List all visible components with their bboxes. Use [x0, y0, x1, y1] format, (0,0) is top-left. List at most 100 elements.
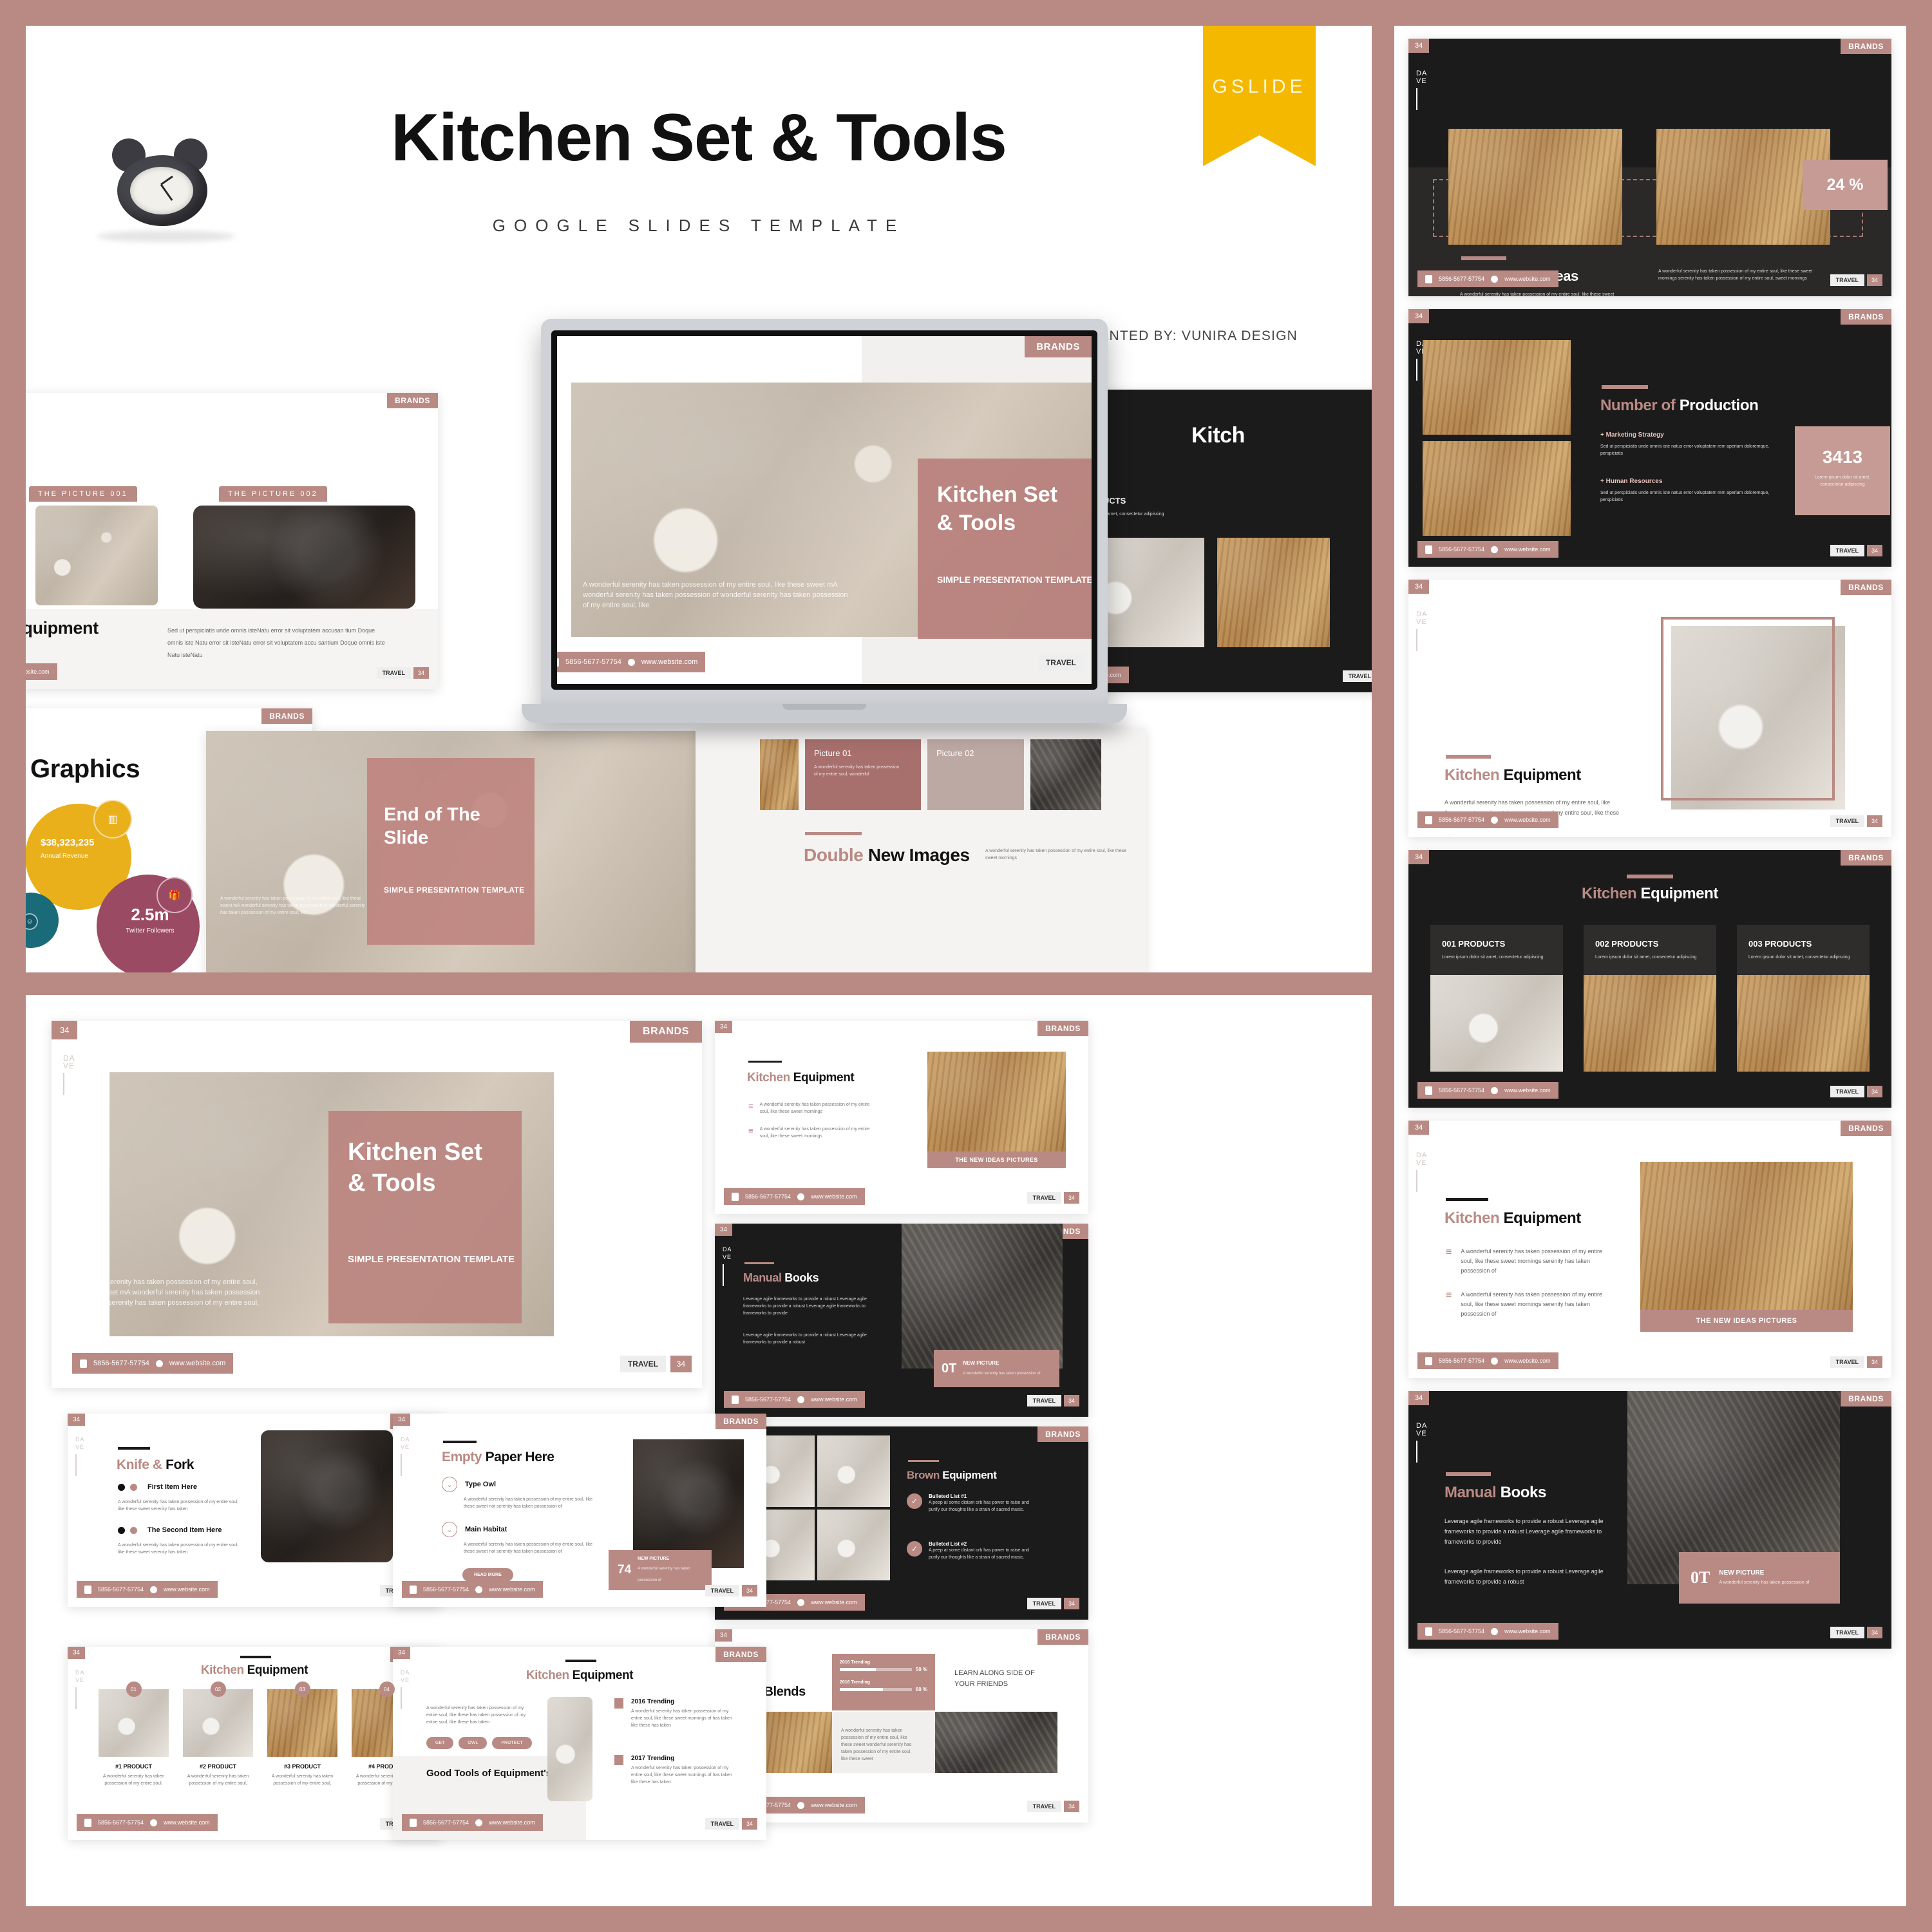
slide-number: 34	[1866, 274, 1882, 286]
slide-double-new-images[interactable]: Picture 01 A wonderful serenity has take…	[696, 728, 1146, 972]
product-card[interactable]: 001 PRODUCTS Lorem ipsum dolor sit amet,…	[1430, 925, 1563, 1072]
banner-label: THE NEW IDEAS PICTURES	[927, 1151, 1066, 1168]
website-url: www.website.com	[811, 1193, 857, 1200]
brands-tag: BRANDS	[1841, 309, 1891, 325]
brands-tag: BRANDS	[1841, 1121, 1891, 1136]
slide-end-of-the-slide[interactable]: End of The Slide SIMPLE PRESENTATION TEM…	[206, 731, 696, 972]
owl-button[interactable]: OWL	[459, 1737, 488, 1749]
brands-tag: BRANDS	[1841, 1391, 1891, 1406]
bullet-body: A peep at some distant orb has power to …	[929, 1501, 1030, 1512]
stat-label: NEW PICTURE	[963, 1359, 999, 1366]
knife-fork-title: Knife & Fork	[117, 1457, 194, 1472]
product-label: 003 PRODUCTS	[1748, 939, 1812, 949]
slide-other-blends[interactable]: 34 BRANDS DA VE Other Blends 2016 Trendi…	[715, 1629, 1088, 1823]
website-url: www.website.com	[489, 1586, 535, 1593]
slide-manual-books-large[interactable]: 34 BRANDS DA VE Manual Books Leverage ag…	[1408, 1391, 1891, 1649]
chevron-down-icon: ⌄	[442, 1522, 457, 1537]
get-button[interactable]: GET	[426, 1737, 454, 1749]
other-blends-body: A wonderful serenity has taken possessio…	[841, 1728, 912, 1761]
slide-number-tag: 34	[715, 1629, 733, 1642]
banner-photo	[927, 1052, 1066, 1151]
laptop-base	[522, 704, 1127, 723]
manual-books-body-2: Leverage agile frameworks to provide a r…	[743, 1333, 867, 1345]
square-marker-icon	[614, 1698, 623, 1709]
slide-empty-paper-here[interactable]: 34 BRANDS DA VE Empty Paper Here ⌄ Type …	[393, 1414, 766, 1607]
brands-tag: BRANDS	[387, 393, 438, 408]
phone-number: 5856-5677-57754	[423, 1586, 469, 1593]
website-url: www.website.com	[164, 1819, 210, 1826]
slide-brown-equipment[interactable]: 34 BRANDS DA VE Brown Equipment ✓ Bullet…	[715, 1426, 1088, 1620]
product-body: Lorem ipsum dolor sit amet, consectetur …	[1442, 955, 1544, 960]
slide-number-of-production[interactable]: 34 BRANDS DA VE Number of Production + M…	[1408, 309, 1891, 567]
product-card[interactable]: 01 #1 PRODUCT A wonderful serenity has t…	[99, 1681, 169, 1787]
slide-kitchen-equipment-4-products[interactable]: 34 BRANDS DA VE Kitchen Equipment 01 #1 …	[68, 1647, 441, 1840]
slide-kitchen-equipment-trending[interactable]: 34 BRANDS DA VE Kitchen Equipment A wond…	[393, 1647, 766, 1840]
protect-button[interactable]: PROTECT	[492, 1737, 532, 1749]
slide-kitchen-equipment-banner[interactable]: 34 BRANDS Kitchen Equipment ≡ A wonderfu…	[715, 1021, 1088, 1214]
slide-knife-and-fork[interactable]: 34 BRANDS DA VE Knife & Fork First Item …	[68, 1414, 441, 1607]
website-url: www.website.com	[1504, 817, 1551, 823]
phone-icon	[1425, 1627, 1432, 1636]
trending-photo	[547, 1697, 592, 1801]
travel-tag: TRAVEL	[376, 667, 411, 679]
website-url: www.website.com	[811, 1599, 857, 1605]
bar-label: 2016 Trending	[840, 1660, 871, 1665]
website-url: www.website.com	[1504, 546, 1551, 553]
travel-tag: TRAVEL	[1027, 1192, 1061, 1204]
slide-kitchen-equipment-3-products[interactable]: 34 BRANDS Kitchen Equipment 001 PRODUCTS…	[1408, 850, 1891, 1108]
brands-tag: BRANDS	[1025, 336, 1092, 357]
new-ideas-list: ≡ A wonderful serenity has taken possess…	[1446, 1247, 1609, 1319]
featured-body: A wonderful serenity has taken possessio…	[68, 1278, 260, 1317]
list-bullet-icon: ≡	[748, 1126, 753, 1135]
product-card[interactable]: 03 #3 PRODUCT A wonderful serenity has t…	[267, 1681, 337, 1787]
manual-books-large-body-2: Leverage agile frameworks to provide a r…	[1444, 1568, 1604, 1585]
globe-icon	[797, 1598, 805, 1606]
bullet-body: Sed ut perspiciatis unde omnis iste natu…	[1600, 444, 1770, 456]
slide-kitchen-equipment-new-ideas-pictures[interactable]: 34 BRANDS DA VE Kitchen Equipment ≡ A wo…	[1408, 1121, 1891, 1378]
grid-photo-4	[817, 1509, 890, 1580]
picture-002-image	[193, 506, 415, 609]
new-ideas-photo	[1640, 1162, 1853, 1310]
slide-number-tag: 34	[1408, 850, 1430, 864]
slide-manual-books[interactable]: 34 BRANDS DA VE Manual Books Leverage ag…	[715, 1224, 1088, 1417]
phone-icon	[1425, 545, 1432, 554]
slide-both-of-new-ideas[interactable]: 34 BRANDS DA VE 24 % Both of New Ideas A…	[1408, 39, 1891, 296]
new-ideas-body-left: A wonderful serenity has taken possessio…	[1460, 292, 1615, 296]
item-body: A wonderful serenity has taken possessio…	[118, 1543, 239, 1555]
stat-twitter-label: Twitter Followers	[126, 927, 175, 934]
stat-number: 3413	[1822, 447, 1863, 467]
phone-icon	[80, 1359, 87, 1368]
read-more-button[interactable]: READ MORE	[462, 1568, 513, 1582]
slide-both-of-equipment[interactable]: BRANDS THE PICTURE 001 THE PICTURE 002 B…	[26, 393, 438, 689]
product-card[interactable]: 003 PRODUCTS Lorem ipsum dolor sit amet,…	[1737, 925, 1870, 1072]
trend-body: A wonderful serenity has taken possessio…	[631, 1709, 732, 1728]
product-card[interactable]: 02 #2 PRODUCT A wonderful serenity has t…	[183, 1681, 253, 1787]
bullet-dot-accent	[130, 1483, 137, 1491]
globe-icon	[1491, 1357, 1499, 1365]
phone-icon	[1425, 274, 1432, 283]
stat-body: A wonderful serenity has taken possessio…	[638, 1566, 690, 1582]
laptop-slide-title: Kitchen Set & Tools	[937, 482, 1058, 535]
manual-books-large-body-1: Leverage agile frameworks to provide a r…	[1444, 1518, 1604, 1545]
phone-number: 5856-5677-57754	[745, 1193, 791, 1200]
side-label: DA VE	[723, 1245, 732, 1286]
slide-number-tag: 34	[715, 1021, 733, 1033]
list-bullet-icon: ≡	[1446, 1290, 1452, 1301]
page-title: Kitchen Set & Tools	[391, 100, 1007, 175]
manual-books-title: Manual Books	[743, 1271, 819, 1284]
product-card[interactable]: 002 PRODUCTS Lorem ipsum dolor sit amet,…	[1584, 925, 1716, 1072]
product-body: A wonderful serenity has taken possessio…	[187, 1774, 249, 1786]
slide-kitchen-equipment-farmer[interactable]: 34 BRANDS DA VE Kitchen Equipment A wond…	[1408, 580, 1891, 837]
bullet-heading: + Human Resources	[1600, 478, 1663, 485]
travel-tag: TRAVEL	[1830, 545, 1864, 556]
layers-icon: ≛	[1444, 836, 1454, 837]
phone-number: 5856-5677-57754	[1439, 1628, 1485, 1634]
end-slide-caption: A wonderful serenity has taken possessio…	[220, 896, 365, 915]
slide-kitchen-set-tools-large[interactable]: 34 DA VE BRANDS Kitchen Set & Tools SIMP…	[52, 1021, 702, 1388]
product-body: Lorem ipsum dolor sit amet, consectetur …	[1595, 955, 1697, 960]
travel-tag: TRAVEL	[1027, 1801, 1061, 1812]
bar-value: 50 %	[915, 1667, 927, 1672]
slide-number-tag: 34	[393, 1414, 411, 1426]
manual-books-photo	[902, 1224, 1063, 1368]
grid-photo-2	[817, 1435, 890, 1507]
